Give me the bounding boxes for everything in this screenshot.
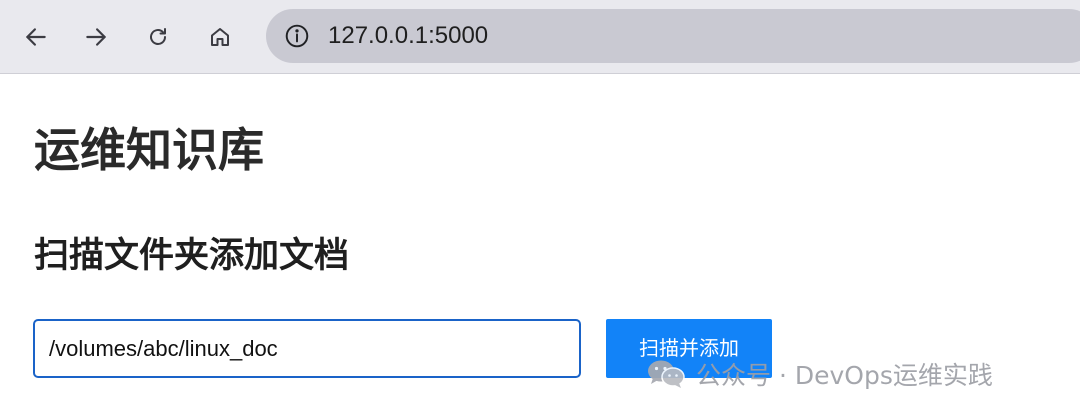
forward-button[interactable] <box>76 17 116 57</box>
reload-icon <box>150 28 166 45</box>
home-icon <box>211 28 229 46</box>
watermark-text: 公众号 · DevOps运维实践 <box>696 361 993 390</box>
page-title: 运维知识库 <box>34 123 264 177</box>
watermark: 公众号 · DevOps运维实践 <box>646 356 993 392</box>
reload-button[interactable] <box>138 17 178 57</box>
address-bar[interactable]: 127.0.0.1:5000 <box>266 9 1080 63</box>
info-icon <box>285 24 309 48</box>
arrow-right-icon <box>86 28 106 46</box>
url-text[interactable]: 127.0.0.1:5000 <box>328 20 488 52</box>
folder-path-input[interactable] <box>33 319 581 378</box>
browser-toolbar: 127.0.0.1:5000 <box>0 0 1080 74</box>
section-title: 扫描文件夹添加文档 <box>34 236 350 276</box>
wechat-icon <box>648 360 685 388</box>
arrow-left-icon <box>26 28 46 46</box>
home-button[interactable] <box>200 17 240 57</box>
site-info-button[interactable] <box>278 17 316 55</box>
back-button[interactable] <box>16 17 56 57</box>
